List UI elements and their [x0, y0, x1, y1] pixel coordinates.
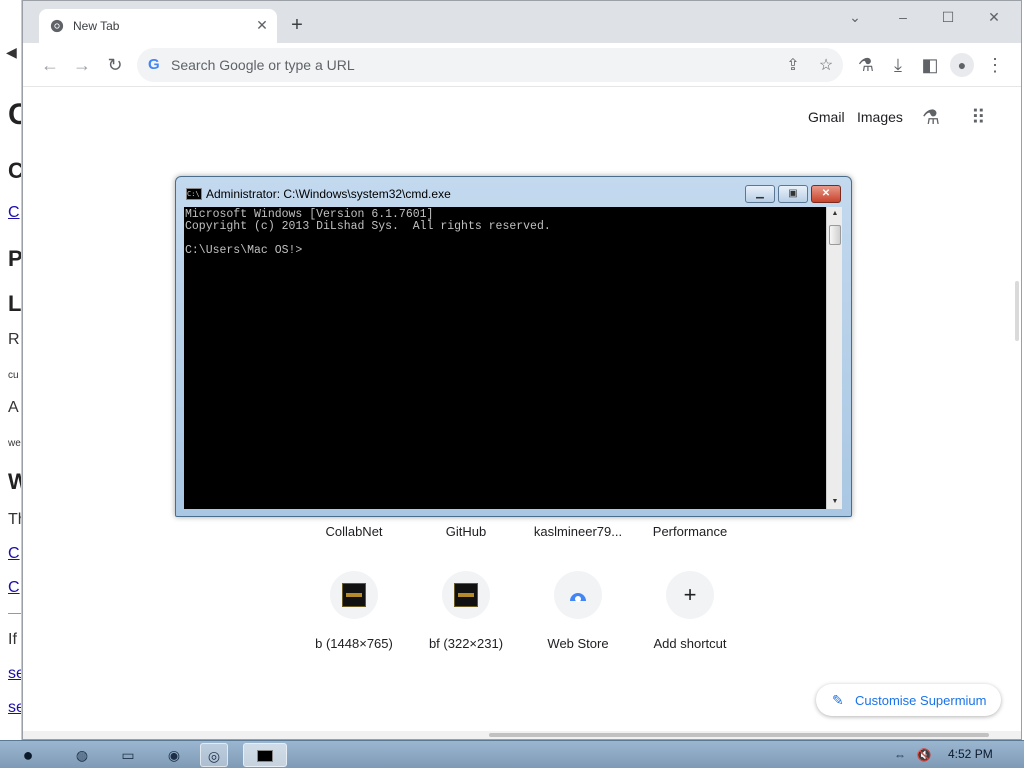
site-thumbnail-icon — [342, 583, 366, 607]
chrome-icon — [50, 19, 64, 33]
volume-muted-icon[interactable]: 🔇 — [910, 743, 938, 767]
site-thumbnail-icon — [454, 583, 478, 607]
web-store-icon — [570, 593, 586, 602]
bg-line: R — [8, 331, 20, 348]
tab-title: New Tab — [73, 19, 120, 33]
labs-flask-icon[interactable]: ⚗ — [854, 53, 878, 77]
cmd-minimize-button[interactable]: ▁ — [745, 185, 775, 203]
horizontal-scrollbar[interactable] — [23, 731, 1021, 739]
download-icon[interactable]: ⤓ — [886, 53, 910, 77]
add-shortcut-icon[interactable]: + — [666, 571, 714, 619]
cmd-taskbar-button[interactable] — [243, 743, 287, 767]
scroll-thumb[interactable] — [489, 733, 989, 737]
shortcut-title[interactable]: bf (322×231) — [411, 636, 521, 651]
images-link[interactable]: Images — [857, 109, 903, 125]
pencil-icon: ✎ — [832, 692, 844, 708]
bg-line: L — [8, 291, 22, 316]
bg-line: we — [8, 438, 21, 449]
minimize-button[interactable]: – — [889, 7, 917, 27]
share-icon[interactable]: ⇪ — [783, 56, 803, 76]
shortcut-title[interactable]: b (1448×765) — [299, 636, 409, 651]
maximize-button[interactable]: ☐ — [934, 7, 962, 27]
cmd-window: C:\ Administrator: C:\Windows\system32\c… — [175, 176, 852, 517]
background-page: ◀ C C C P L R cu A we W Th C C If se se — [0, 0, 22, 740]
bg-link[interactable]: C — [8, 579, 20, 597]
vertical-scrollbar[interactable] — [1015, 281, 1019, 341]
shortcut-title[interactable]: Performance — [635, 524, 745, 539]
bg-line: cu — [8, 370, 19, 381]
bg-link[interactable]: se — [8, 665, 21, 683]
shortcut-tile-b[interactable] — [330, 571, 378, 619]
shortcut-tile-bf[interactable] — [442, 571, 490, 619]
scroll-down-icon[interactable]: ▼ — [827, 495, 843, 509]
shortcut-tile-web-store[interactable] — [554, 571, 602, 619]
profile-avatar-icon[interactable]: ● — [950, 53, 974, 77]
google-icon: G — [148, 56, 160, 73]
cmd-close-button[interactable]: ✕ — [811, 185, 841, 203]
reload-icon[interactable]: ↻ — [103, 53, 127, 77]
taskbar: ● ◍ ▭ ◉ ◎ ⇔ 🔇 4:52 PM — [0, 740, 1024, 768]
cmd-restore-button[interactable]: ▣ — [778, 185, 808, 203]
tab-close-icon[interactable]: ✕ — [254, 17, 270, 33]
cmd-icon — [257, 750, 273, 762]
bg-line: If — [8, 631, 17, 648]
labs-icon[interactable]: ⚗ — [922, 105, 940, 130]
customise-button[interactable]: ✎ Customise Supermium — [816, 684, 1001, 716]
browser-toolbar: ← → ↻ G ⇪ ☆ ⚗ ⤓ ◧ ● ⋮ — [23, 43, 1021, 87]
scroll-up-icon[interactable]: ▲ — [827, 207, 843, 221]
omnibox-input[interactable] — [171, 55, 731, 75]
bg-link[interactable]: se — [8, 699, 21, 717]
bg-line: C — [8, 98, 21, 132]
tab-strip: New Tab ✕ + ⌄ – ☐ ✕ — [23, 1, 1021, 43]
menu-kebab-icon[interactable]: ⋮ — [983, 53, 1007, 77]
taskbar-app-icon[interactable]: ◍ — [68, 743, 96, 767]
bg-link[interactable]: C — [8, 204, 20, 222]
shortcut-title[interactable]: kaslmineer79... — [523, 524, 633, 539]
tab-new-tab[interactable]: New Tab ✕ — [39, 9, 277, 43]
bookmark-star-icon[interactable]: ☆ — [816, 56, 836, 76]
bg-line: A — [8, 399, 19, 416]
customise-label: Customise Supermium — [855, 693, 987, 708]
cmd-icon: C:\ — [186, 188, 202, 200]
browser-taskbar-icon[interactable]: ◎ — [200, 743, 228, 767]
apps-grid-icon[interactable]: ⠿ — [971, 105, 986, 130]
cmd-title: Administrator: C:\Windows\system32\cmd.e… — [206, 187, 451, 201]
shortcut-title[interactable]: GitHub — [411, 524, 521, 539]
cmd-scrollbar[interactable]: ▲ ▼ — [826, 207, 842, 509]
gmail-link[interactable]: Gmail — [808, 109, 845, 125]
console-line: Copyright (c) 2013 DiLshad Sys. All righ… — [185, 220, 551, 233]
shortcut-title[interactable]: Add shortcut — [635, 636, 745, 651]
bg-line: P — [8, 246, 22, 271]
taskbar-clock[interactable]: 4:52 PM — [948, 747, 993, 761]
new-tab-button[interactable]: + — [287, 15, 307, 35]
bg-link[interactable]: C — [8, 545, 20, 563]
shortcut-title[interactable]: Web Store — [523, 636, 633, 651]
start-apple-icon[interactable]: ● — [14, 743, 42, 767]
back-icon[interactable]: ← — [38, 53, 62, 77]
cmd-console[interactable]: Microsoft Windows [Version 6.1.7601] Copy… — [184, 207, 826, 509]
side-panel-icon[interactable]: ◧ — [918, 53, 942, 77]
omnibox[interactable]: G ⇪ ☆ — [137, 48, 843, 82]
search-app-icon[interactable]: ◉ — [160, 743, 188, 767]
bg-divider — [8, 613, 21, 614]
forward-icon[interactable]: → — [70, 53, 94, 77]
folder-icon[interactable]: ▭ — [114, 743, 142, 767]
back-arrow-icon[interactable]: ◀ — [6, 44, 17, 61]
console-prompt: C:\Users\Mac OS!> — [185, 244, 303, 257]
bg-line: C — [8, 158, 21, 184]
close-window-button[interactable]: ✕ — [980, 7, 1008, 27]
bg-line: W — [8, 469, 21, 495]
cmd-scroll-thumb[interactable] — [829, 225, 841, 245]
bg-line: Th — [8, 511, 21, 528]
shortcut-title[interactable]: CollabNet — [299, 524, 409, 539]
tab-search-icon[interactable]: ⌄ — [841, 7, 869, 27]
